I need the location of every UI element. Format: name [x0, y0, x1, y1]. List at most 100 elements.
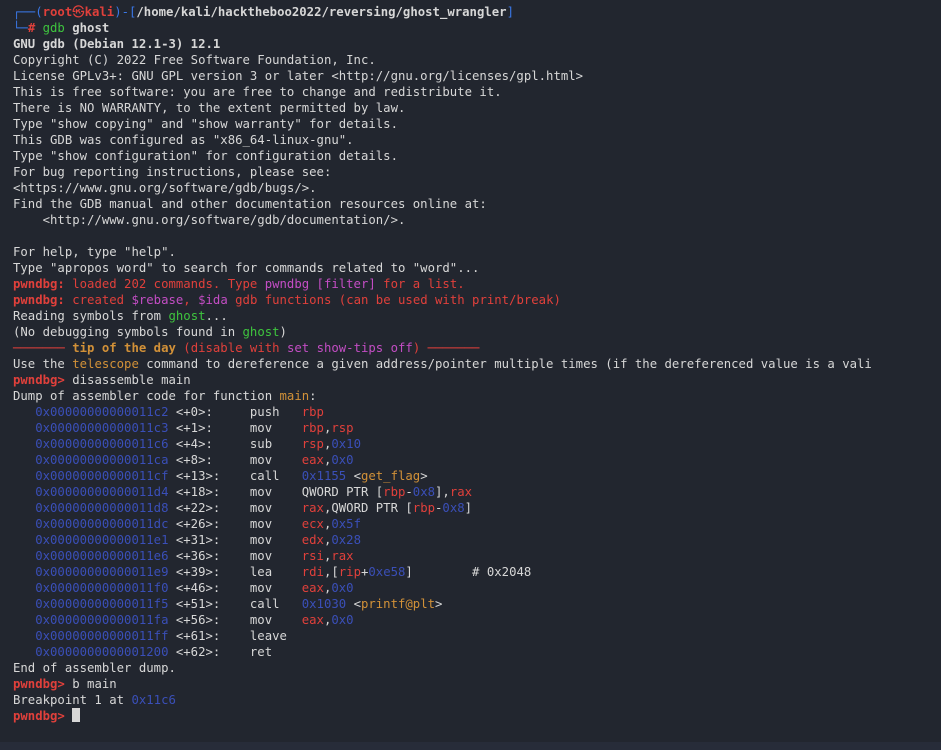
terminal-text-segment: <+26>: mov: [175, 517, 302, 531]
terminal-text-segment: pwndbg [filter]: [264, 277, 376, 291]
terminal-line: This is free software: you are free to c…: [13, 84, 502, 100]
terminal-text-segment: ): [279, 325, 287, 339]
terminal-text-segment: for a list.: [375, 277, 465, 291]
terminal-text-segment: rbp: [383, 485, 406, 499]
terminal-text-segment: ]: [506, 5, 514, 19]
terminal-text-segment: For help, type "help".: [13, 245, 176, 259]
terminal-text-segment: Breakpoint 1 at: [13, 693, 132, 707]
terminal-text-segment: ...: [205, 309, 228, 323]
terminal-text-segment: ],: [435, 485, 450, 499]
terminal-text-segment: pwndbg>: [13, 677, 65, 691]
terminal-line: 0x00000000000011fa <+56>: mov eax,0x0: [13, 612, 353, 628]
terminal-line: 0x00000000000011ca <+8>: mov eax,0x0: [13, 452, 353, 468]
terminal-line: 0x00000000000011c6 <+4>: sub rsp,0x10: [13, 436, 361, 452]
terminal-text-segment: ghost: [168, 309, 206, 323]
terminal-line: 0x00000000000011f5 <+51>: call 0x1030 <p…: [13, 596, 442, 612]
terminal-line: 0x00000000000011e6 <+36>: mov rsi,rax: [13, 548, 353, 564]
terminal-text-segment: 0x00000000000011c3: [13, 421, 176, 435]
terminal-text-segment: >: [420, 469, 428, 483]
terminal-text-segment: 0x00000000000011f5: [13, 597, 176, 611]
terminal-text-segment: (disable with: [175, 341, 287, 355]
terminal-text-segment: ]: [464, 501, 473, 515]
terminal-text-segment: ,: [183, 293, 199, 307]
terminal-text-segment: rdi: [301, 565, 324, 579]
terminal-text-segment: 0x1030: [301, 597, 354, 611]
terminal-line: Copyright (C) 2022 Free Software Foundat…: [13, 52, 376, 68]
terminal-text-segment: eax: [301, 613, 324, 627]
terminal-text-segment: rip: [338, 565, 361, 579]
terminal-text-segment: $rebase: [131, 293, 184, 307]
terminal-line: <https://www.gnu.org/software/gdb/bugs/>…: [13, 180, 317, 196]
terminal-text-segment: 0x00000000000011e9: [13, 565, 176, 579]
terminal-text-segment: ,QWORD PTR [: [323, 501, 413, 515]
terminal-text-segment: rsi: [301, 549, 324, 563]
terminal-text-segment: 0x00000000000011d8: [13, 501, 176, 515]
terminal-text-segment: pwndbg>: [13, 373, 65, 387]
terminal-text-segment: kali: [84, 5, 115, 19]
terminal-text-segment: <+61>: leave: [175, 629, 287, 643]
terminal-line: (No debugging symbols found in ghost): [13, 324, 287, 340]
terminal-text-segment: (No debugging symbols found in: [13, 325, 243, 339]
terminal-line: 0x00000000000011e9 <+39>: lea rdi,[rip+0…: [13, 564, 531, 580]
terminal-line: pwndbg>: [13, 708, 81, 724]
terminal-text-segment: <+39>: lea: [175, 565, 302, 579]
terminal-text-segment: 0x8: [412, 485, 436, 499]
terminal-text-segment: printf@plt: [360, 597, 436, 611]
terminal-line: 0x00000000000011cf <+13>: call 0x1155 <g…: [13, 468, 428, 484]
terminal-text-segment: set show-tips off: [286, 341, 413, 355]
terminal-text-segment: ) ───────: [412, 341, 480, 355]
terminal-text-segment: 0x5f: [331, 517, 361, 531]
terminal-text-segment: 0x0000000000001200: [13, 645, 176, 659]
terminal-text-segment: 0x00000000000011fa: [13, 613, 176, 627]
terminal-line: 0x00000000000011c2 <+0>: push rbp: [13, 404, 324, 420]
terminal-window[interactable]: ┌──(root㉿kali)-[/home/kali/hacktheboo202…: [0, 0, 941, 742]
terminal-line: 0x00000000000011f0 <+46>: mov eax,0x0: [13, 580, 353, 596]
terminal-text-segment: rsp: [301, 437, 324, 451]
terminal-line: <http://www.gnu.org/software/gdb/documen…: [13, 212, 406, 228]
terminal-text-segment: GNU gdb (Debian 12.1-3) 12.1: [13, 37, 221, 51]
terminal-text-segment: rax: [449, 485, 473, 499]
terminal-text-segment: 0xe58: [368, 565, 406, 579]
terminal-text-segment: For bug reporting instructions, please s…: [13, 165, 332, 179]
terminal-text-segment: pwndbg:: [13, 293, 65, 307]
terminal-line: pwndbg> b main: [13, 676, 117, 692]
terminal-text-segment: rbp: [412, 501, 436, 515]
terminal-text-segment: ] # 0x2048: [405, 565, 532, 579]
terminal-text-segment: pwndbg>: [13, 709, 65, 723]
terminal-text-segment: gdb functions (can be used with print/br…: [227, 293, 561, 307]
terminal-text-segment: <+46>: mov: [175, 581, 302, 595]
terminal-text-segment: Reading symbols from: [13, 309, 169, 323]
terminal-text-segment: 0x8: [442, 501, 465, 515]
terminal-text-segment: License GPLv3+: GNU GPL version 3 or lat…: [13, 69, 584, 83]
terminal-text-segment: <+62>: ret: [175, 645, 273, 659]
terminal-text-segment: 0x00000000000011f0: [13, 581, 176, 595]
terminal-line: Find the GDB manual and other documentat…: [13, 196, 487, 212]
terminal-line: There is NO WARRANTY, to the extent perm…: [13, 100, 405, 116]
terminal-text-segment: pwndbg:: [13, 277, 65, 291]
terminal-text-segment: )-[: [114, 5, 137, 19]
terminal-text-segment: rsp: [331, 421, 354, 435]
terminal-text-segment: /home/kali/hacktheboo2022/reversing/ghos…: [136, 5, 507, 19]
terminal-text-segment: edx: [301, 533, 324, 547]
terminal-text-segment: Use the: [13, 357, 73, 371]
terminal-text-segment: <+36>: mov: [175, 549, 302, 563]
terminal-text-segment: <+0>: push: [175, 405, 302, 419]
window-bottom-border: [0, 742, 941, 750]
terminal-text-segment: <+18>: mov QWORD PTR [: [175, 485, 384, 499]
terminal-text-segment: 0x00000000000011e1: [13, 533, 176, 547]
terminal-line: ─────── tip of the day (disable with set…: [13, 340, 479, 356]
terminal-text-segment: <+8>: mov: [175, 453, 302, 467]
terminal-text-segment: :: [309, 389, 317, 403]
terminal-text-segment: ㉿: [72, 5, 85, 19]
terminal-text-segment: <+4>: sub: [175, 437, 302, 451]
terminal-text-segment: root: [42, 5, 73, 19]
terminal-text-segment: >: [435, 597, 443, 611]
terminal-text-segment: 0x00000000000011d4: [13, 485, 176, 499]
terminal-text-segment: <: [353, 469, 361, 483]
terminal-text-segment: gdb: [42, 21, 73, 35]
terminal-text-segment: #: [27, 21, 43, 35]
terminal-text-segment: disassemble main: [64, 373, 191, 387]
terminal-line: └─# gdb ghost: [13, 20, 109, 36]
terminal-text-segment: └─: [13, 21, 28, 35]
